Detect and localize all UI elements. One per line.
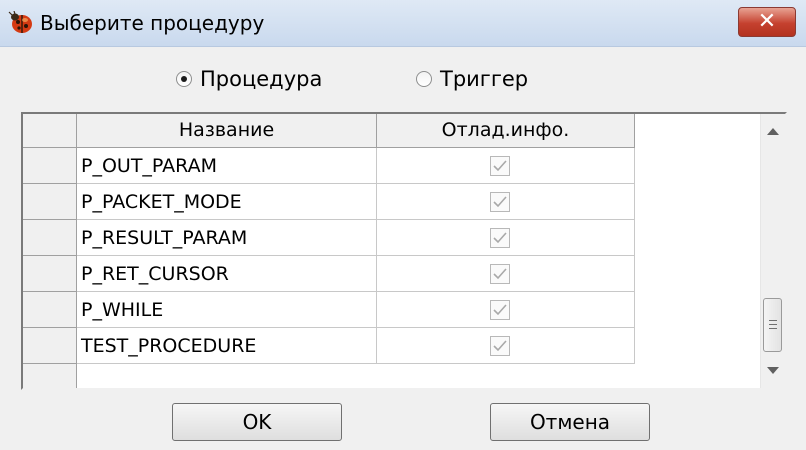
table-row[interactable]: P_PACKET_MODE: [23, 184, 635, 220]
title-bar[interactable]: Выберите процедуру ✕: [0, 0, 806, 47]
arrow-up-icon[interactable]: [767, 128, 779, 135]
window-title: Выберите процедуру: [40, 11, 265, 35]
row-indicator[interactable]: [23, 220, 77, 256]
table-row-partial: [23, 364, 635, 388]
scroll-thumb[interactable]: [763, 298, 782, 352]
checkmark-icon: [493, 268, 507, 280]
table-row[interactable]: P_RESULT_PARAM: [23, 220, 635, 256]
radio-procedure[interactable]: [176, 71, 192, 87]
table-row[interactable]: TEST_PROCEDURE: [23, 328, 635, 364]
checkmark-icon: [493, 232, 507, 244]
cancel-button[interactable]: Отмена: [490, 403, 650, 441]
procedure-name-cell[interactable]: P_RESULT_PARAM: [77, 220, 377, 256]
row-indicator[interactable]: [23, 148, 77, 184]
procedure-name-cell[interactable]: P_RET_CURSOR: [77, 256, 377, 292]
table-row[interactable]: P_RET_CURSOR: [23, 256, 635, 292]
debug-info-cell: [377, 220, 635, 256]
radio-selected-dot: [181, 76, 187, 82]
close-button[interactable]: ✕: [738, 7, 796, 37]
row-indicator[interactable]: [23, 184, 77, 220]
column-header-name[interactable]: Название: [77, 114, 377, 148]
grid-header: Название Отлад.инфо.: [23, 114, 635, 148]
procedures-grid[interactable]: Название Отлад.инфо. P_OUT_PARAM P_PACKE…: [21, 112, 787, 390]
column-header-debug-info[interactable]: Отлад.инфо.: [377, 114, 635, 148]
grid-body: Название Отлад.инфо. P_OUT_PARAM P_PACKE…: [23, 114, 761, 388]
debug-info-checkbox[interactable]: [490, 300, 510, 320]
select-procedure-dialog: Выберите процедуру ✕ Процедура Триггер Н…: [0, 0, 806, 450]
grip-line: [769, 328, 777, 329]
debug-info-checkbox[interactable]: [490, 192, 510, 212]
checkmark-icon: [493, 304, 507, 316]
ok-button[interactable]: OK: [172, 403, 342, 441]
procedure-name-cell[interactable]: P_WHILE: [77, 292, 377, 328]
procedure-name-cell[interactable]: TEST_PROCEDURE: [77, 328, 377, 364]
radio-procedure-label[interactable]: Процедура: [200, 66, 322, 92]
debug-info-checkbox[interactable]: [490, 228, 510, 248]
radio-trigger-label[interactable]: Триггер: [440, 66, 528, 92]
row-indicator: [23, 364, 77, 388]
grip-line: [769, 320, 777, 321]
arrow-down-icon[interactable]: [767, 367, 779, 374]
debug-info-cell: [377, 184, 635, 220]
procedure-name-cell[interactable]: P_OUT_PARAM: [77, 148, 377, 184]
debug-info-checkbox[interactable]: [490, 336, 510, 356]
header-indicator-cell: [23, 114, 77, 148]
row-indicator[interactable]: [23, 256, 77, 292]
grip-line: [769, 324, 777, 325]
mode-radio-group: Процедура Триггер: [0, 62, 806, 102]
table-row[interactable]: P_OUT_PARAM: [23, 148, 635, 184]
debug-info-cell: [377, 292, 635, 328]
checkmark-icon: [493, 160, 507, 172]
row-indicator[interactable]: [23, 328, 77, 364]
debug-info-checkbox[interactable]: [490, 156, 510, 176]
vertical-scrollbar[interactable]: [760, 114, 785, 388]
checkmark-icon: [493, 196, 507, 208]
close-icon: ✕: [757, 9, 777, 34]
debug-info-checkbox[interactable]: [490, 264, 510, 284]
debug-info-cell: [377, 148, 635, 184]
radio-trigger[interactable]: [416, 71, 432, 87]
debug-info-cell: [377, 256, 635, 292]
procedure-name-cell[interactable]: P_PACKET_MODE: [77, 184, 377, 220]
table-row[interactable]: P_WHILE: [23, 292, 635, 328]
row-indicator[interactable]: [23, 292, 77, 328]
checkmark-icon: [493, 340, 507, 352]
ladybug-icon: [8, 10, 34, 35]
debug-info-cell: [377, 328, 635, 364]
